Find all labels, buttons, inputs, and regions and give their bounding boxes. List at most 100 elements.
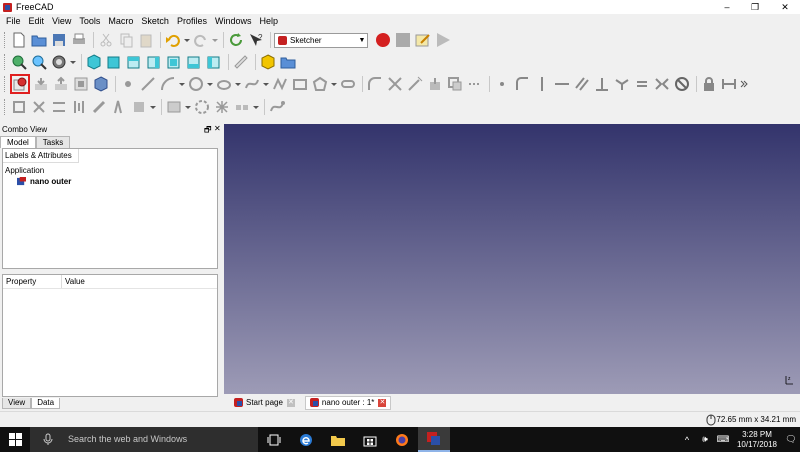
create-sketch-button[interactable] [10,74,30,94]
menu-view[interactable]: View [48,16,75,26]
menu-sketch[interactable]: Sketch [137,16,173,26]
constrain-block-icon[interactable] [673,75,691,93]
firefox-app-button[interactable] [386,427,418,452]
volume-icon[interactable]: 🕪 [699,434,711,446]
create-point-icon[interactable] [119,75,137,93]
bspline-tools-icon[interactable] [268,98,286,116]
menu-help[interactable]: Help [255,16,282,26]
close-tab-icon[interactable]: ✕ [378,398,387,407]
select-constraints-icon[interactable] [10,98,28,116]
edit-sketch-icon[interactable] [32,75,50,93]
trim-edge-icon[interactable] [386,75,404,93]
redo-icon[interactable] [192,31,210,49]
close-tab-icon[interactable]: ✕ [286,398,295,407]
tab-nano-outer[interactable]: nano outer : 1* ✕ [304,395,392,410]
leave-sketch-icon[interactable] [52,75,70,93]
3d-viewport[interactable]: z [224,124,800,394]
constrain-equal-icon[interactable] [633,75,651,93]
task-view-button[interactable] [258,427,290,452]
create-fillet-icon[interactable] [366,75,384,93]
redo-dropdown-icon[interactable] [212,31,218,49]
menu-file[interactable]: File [2,16,25,26]
freecad-app-button[interactable] [418,427,450,452]
constrain-parallel-icon[interactable] [573,75,591,93]
create-bspline-icon[interactable] [243,75,261,93]
clock[interactable]: 3:28 PM 10/17/2018 [732,430,782,450]
isometric-view-icon[interactable] [85,53,103,71]
undo-dropdown-icon[interactable] [184,31,190,49]
left-view-icon[interactable] [205,53,223,71]
constrain-coincident-icon[interactable] [493,75,511,93]
create-polygon-icon[interactable] [311,75,329,93]
whats-this-icon[interactable]: ? [247,31,265,49]
keyboard-icon[interactable]: ⌨ [717,434,730,446]
arc-dropdown-icon[interactable] [179,75,185,93]
select-redundant-icon[interactable] [90,98,108,116]
print-button[interactable] [70,31,88,49]
menu-tools[interactable]: Tools [75,16,104,26]
select-origin-icon[interactable] [30,98,48,116]
fit-all-icon[interactable] [10,53,28,71]
create-rectangle-icon[interactable] [291,75,309,93]
tab-tasks[interactable]: Tasks [35,136,71,148]
geometry-dropdown-icon[interactable] [150,98,156,116]
macro-stop-button[interactable] [394,31,412,49]
refresh-icon[interactable] [227,31,245,49]
tree-document-item[interactable]: nano outer [17,177,71,186]
start-button[interactable] [0,427,30,452]
file-explorer-button[interactable] [322,427,354,452]
front-view-icon[interactable] [105,53,123,71]
menu-windows[interactable]: Windows [211,16,256,26]
constrain-lock-icon[interactable] [700,75,718,93]
right-view-icon[interactable] [145,53,163,71]
extend-edge-icon[interactable] [406,75,424,93]
create-slot-icon[interactable] [339,75,357,93]
clone-dropdown-icon[interactable] [253,98,259,116]
paste-icon[interactable] [137,31,155,49]
menu-macro[interactable]: Macro [104,16,137,26]
copy-icon[interactable] [117,31,135,49]
tree-root-application[interactable]: Application [5,166,44,175]
more-constraints-chevron-icon[interactable] [740,75,748,93]
polygon-dropdown-icon[interactable] [331,75,337,93]
bottom-view-icon[interactable] [185,53,203,71]
measure-distance-icon[interactable] [232,53,250,71]
bspline-dropdown-icon[interactable] [263,75,269,93]
carbon-copy-icon[interactable] [446,75,464,93]
constrain-symmetric-icon[interactable] [653,75,671,93]
select-elements-icon[interactable] [130,98,148,116]
menu-edit[interactable]: Edit [25,16,49,26]
top-view-icon[interactable] [125,53,143,71]
create-conic-icon[interactable] [215,75,233,93]
create-group-icon[interactable] [279,53,297,71]
create-polyline-icon[interactable] [271,75,289,93]
chevron-up-icon[interactable]: ^ [681,434,693,446]
conic-dropdown-icon[interactable] [235,75,241,93]
view-sketch-icon[interactable] [72,75,90,93]
open-folder-button[interactable] [30,31,48,49]
mirror-sketch-icon[interactable] [213,98,231,116]
menu-profiles[interactable]: Profiles [173,16,211,26]
validate-dropdown-icon[interactable] [185,98,191,116]
constrain-tangent-icon[interactable] [613,75,631,93]
select-conflicting-icon[interactable] [110,98,128,116]
create-arc-icon[interactable] [159,75,177,93]
undock-icon[interactable]: 🗗 [204,124,212,138]
tab-model[interactable]: Model [0,136,36,148]
notification-icon[interactable]: 🗨 [785,434,797,446]
validate-sketch-icon[interactable] [165,98,183,116]
construction-mode-icon[interactable] [466,75,484,93]
minimize-button[interactable]: – [712,0,742,14]
tab-view[interactable]: View [2,398,32,409]
new-document-button[interactable] [10,31,28,49]
workbench-selector[interactable]: Sketcher ▼ [274,32,368,48]
constrain-horizontal-icon[interactable] [553,75,571,93]
draw-style-icon[interactable] [50,53,68,71]
select-vertical-axis-icon[interactable] [70,98,88,116]
create-line-icon[interactable] [139,75,157,93]
close-button[interactable]: ✕ [770,0,800,14]
edge-app-button[interactable] [290,427,322,452]
cut-icon[interactable] [97,31,115,49]
constrain-point-on-object-icon[interactable] [513,75,531,93]
create-part-icon[interactable] [259,53,277,71]
